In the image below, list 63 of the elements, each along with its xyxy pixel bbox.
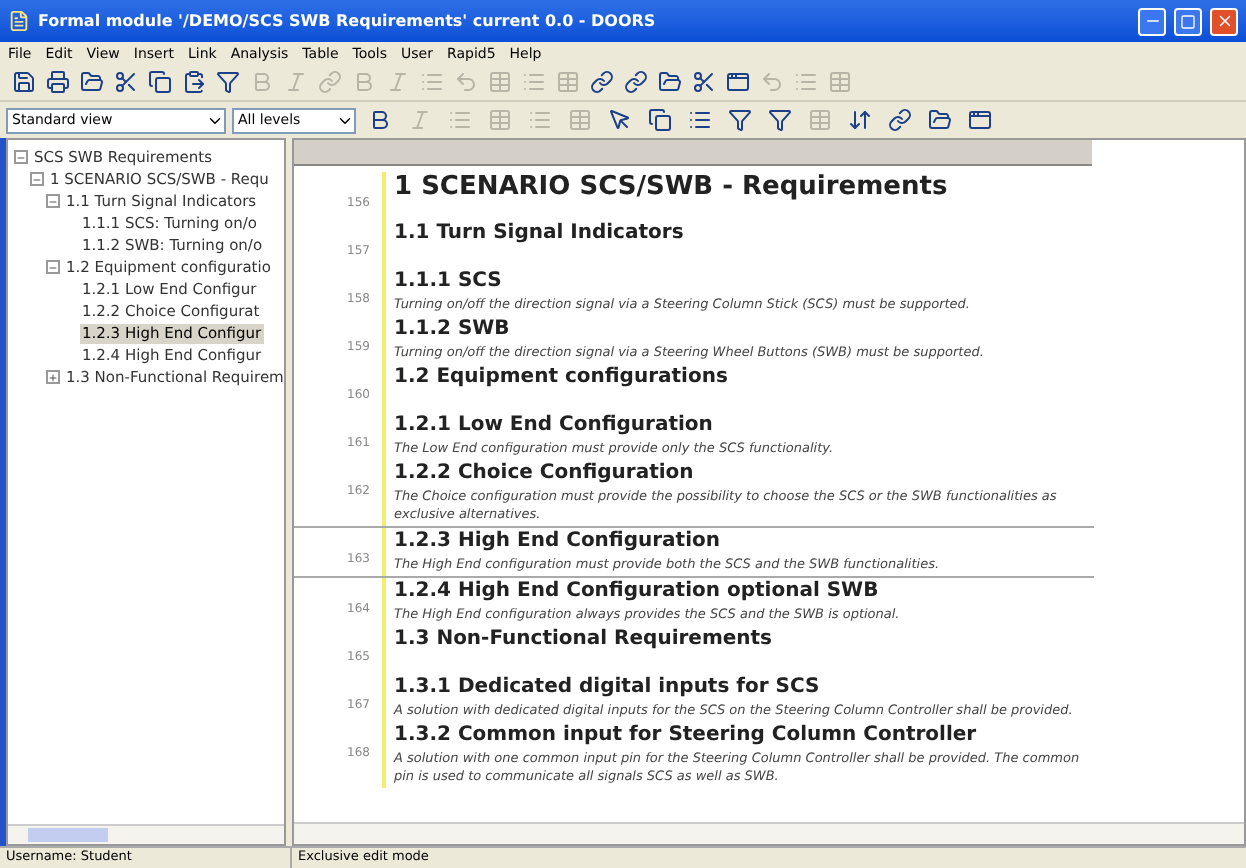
section-heading: 1.2.4 High End Configuration optional SWB bbox=[394, 578, 881, 606]
maximize-button[interactable] bbox=[1174, 7, 1202, 35]
link-icon bbox=[887, 108, 911, 132]
expand-toggle[interactable] bbox=[46, 370, 60, 384]
bold-icon bbox=[351, 70, 375, 94]
undo-icon bbox=[453, 70, 477, 94]
section-heading: 1.1.2 SWB bbox=[394, 316, 512, 344]
window-title: Formal module '/DEMO/SCS SWB Requirements' current 0.0 - DOORS bbox=[38, 9, 658, 33]
italic-icon bbox=[407, 108, 431, 132]
italic-icon bbox=[283, 70, 307, 94]
section-heading: 1.2.3 High End Configuration bbox=[394, 528, 722, 556]
italic-icon bbox=[385, 70, 409, 94]
scissors-icon bbox=[691, 70, 715, 94]
section-heading: 1.3.2 Common input for Steering Column Controller bbox=[394, 722, 979, 750]
folder-icon bbox=[657, 70, 681, 94]
bold-icon bbox=[367, 108, 391, 132]
link-icon bbox=[317, 70, 341, 94]
close-button[interactable] bbox=[1210, 7, 1238, 35]
window-icon bbox=[725, 70, 749, 94]
section-heading: 1.3 Non-Functional Requirements bbox=[394, 626, 775, 654]
horizontal-scrollbar[interactable] bbox=[294, 822, 1244, 844]
filter-icon bbox=[215, 70, 239, 94]
link-icon bbox=[589, 70, 613, 94]
close-icon bbox=[1215, 12, 1233, 30]
document-title: 1 SCENARIO SCS/SWB - Requirements bbox=[394, 172, 950, 204]
section-heading: 1.2.2 Choice Configuration bbox=[394, 460, 696, 488]
folder-icon bbox=[927, 108, 951, 132]
copy-icon bbox=[147, 70, 171, 94]
collapse-toggle[interactable] bbox=[30, 172, 44, 186]
table-icon bbox=[827, 70, 851, 94]
minus-icon bbox=[48, 261, 58, 273]
table-icon bbox=[487, 108, 511, 132]
undo-icon bbox=[759, 70, 783, 94]
printer-icon bbox=[45, 70, 69, 94]
maximize-icon bbox=[1180, 13, 1196, 29]
folder-icon bbox=[79, 70, 103, 94]
scissors-icon bbox=[113, 70, 137, 94]
table-icon bbox=[807, 108, 831, 132]
section-heading: 1.1.1 SCS bbox=[394, 268, 504, 296]
section-heading: 1.2.1 Low End Configuration bbox=[394, 412, 715, 440]
collapse-toggle[interactable] bbox=[46, 194, 60, 208]
save-icon bbox=[11, 70, 35, 94]
section-heading: 1.1 Turn Signal Indicators bbox=[394, 220, 686, 248]
app-icon bbox=[8, 10, 30, 32]
table-icon bbox=[555, 70, 579, 94]
collapse-toggle[interactable] bbox=[46, 260, 60, 274]
section-heading: 1.2 Equipment configurations bbox=[394, 364, 730, 392]
clipboard-icon bbox=[181, 70, 205, 94]
minimize-button[interactable] bbox=[1138, 7, 1166, 35]
collapse-toggle[interactable] bbox=[14, 150, 28, 164]
filter-icon bbox=[767, 108, 791, 132]
pointer-icon bbox=[607, 108, 631, 132]
filter-icon bbox=[727, 108, 751, 132]
horizontal-scrollbar[interactable] bbox=[8, 824, 284, 844]
section-heading: 1.3.1 Dedicated digital inputs for SCS bbox=[394, 674, 822, 702]
plus-icon bbox=[48, 371, 58, 383]
table-icon bbox=[487, 70, 511, 94]
sort-icon bbox=[847, 108, 871, 132]
window-icon bbox=[967, 108, 991, 132]
table-icon bbox=[567, 108, 591, 132]
link-icon bbox=[623, 70, 647, 94]
bold-icon bbox=[249, 70, 273, 94]
copy-icon bbox=[647, 108, 671, 132]
